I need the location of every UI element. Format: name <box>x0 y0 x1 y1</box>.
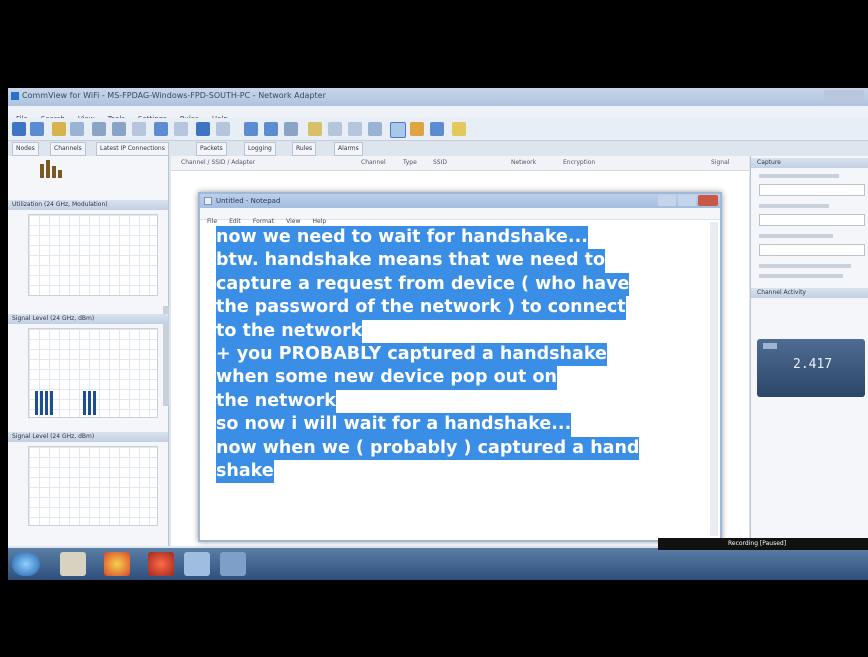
np-menu-file[interactable]: File <box>207 218 217 225</box>
node-icon[interactable] <box>244 122 258 136</box>
np-menu-view[interactable]: View <box>286 218 300 225</box>
open-icon[interactable] <box>52 122 66 136</box>
utilization-panel-title: Utilization (24 GHz, Modulation) <box>8 200 168 210</box>
recorder-bar: Recording [Paused] <box>658 538 868 550</box>
col-channel[interactable]: Channel <box>361 159 386 166</box>
notepad-title: Untitled - Notepad <box>216 197 281 205</box>
col-channel-ssid[interactable]: Channel / SSID / Adapter <box>181 159 255 166</box>
app-title: CommView for WiFi - MS-FPDAG-Windows-FPD… <box>22 91 326 100</box>
text-line: now when we ( probably ) captured a hand <box>216 436 640 461</box>
left-stats-pane: Utilization (24 GHz, Modulation) Signal … <box>8 156 169 546</box>
capture-icon[interactable] <box>12 122 26 136</box>
text-line: shake <box>216 460 274 484</box>
maximize-button[interactable] <box>678 195 696 206</box>
window-controls[interactable] <box>824 90 864 102</box>
text-line: the password of the network ) to connect <box>216 296 626 320</box>
notepad-window[interactable]: Untitled - Notepad File Edit Format View… <box>198 192 722 542</box>
notepad-text-area[interactable]: now we need to wait for handshake... btw… <box>216 226 706 536</box>
notepad-icon <box>204 197 212 205</box>
stats-icon[interactable] <box>284 122 298 136</box>
text-line: capture a request from device ( who have <box>216 272 630 297</box>
recording-status: Recording [Paused] <box>728 540 787 547</box>
save-icon[interactable] <box>70 122 84 136</box>
nodes-column-header: Channel / SSID / Adapter Channel Type SS… <box>171 156 749 171</box>
np-menu-format[interactable]: Format <box>253 218 274 225</box>
tab-rules[interactable]: Rules <box>292 142 317 156</box>
zoom-icon[interactable] <box>216 122 230 136</box>
up-arrow-icon[interactable] <box>410 122 424 136</box>
view-tabs: Nodes Channels Latest IP Connections Pac… <box>8 141 868 156</box>
text-line: to the network <box>216 319 363 344</box>
utilization-graph <box>28 214 158 296</box>
frequency-value: 2.417 <box>793 357 833 372</box>
text-line: so now i will wait for a handshake... <box>216 413 572 437</box>
graph-icon[interactable] <box>264 122 278 136</box>
col-encryption[interactable]: Encryption <box>563 159 595 166</box>
dropdown-icon[interactable] <box>174 122 188 136</box>
search-icon[interactable] <box>196 122 210 136</box>
decrypt-icon[interactable] <box>328 122 342 136</box>
alarm-icon[interactable] <box>308 122 322 136</box>
tab-alarms[interactable]: Alarms <box>334 142 363 156</box>
tab-nodes[interactable]: Nodes <box>12 142 39 156</box>
commview-taskbar-icon[interactable] <box>220 552 246 576</box>
capture-header: Capture <box>751 158 868 168</box>
signal-panel-title: Signal Level (24 GHz, dBm) <box>8 314 168 324</box>
notepad-menubar: File Edit Format View Help <box>200 208 720 225</box>
network-taskbar-icon[interactable] <box>184 552 210 576</box>
text-line: + you PROBABLY captured a handshake <box>216 343 607 367</box>
stop-icon[interactable] <box>30 122 44 136</box>
app-icon <box>11 92 19 100</box>
filter-icon[interactable] <box>92 122 106 136</box>
channel-select[interactable] <box>759 184 865 196</box>
col-signal[interactable]: Signal <box>711 159 729 166</box>
start-button[interactable] <box>12 552 40 576</box>
windows-taskbar: Recording [Paused] <box>8 538 868 580</box>
np-menu-edit[interactable]: Edit <box>229 218 241 225</box>
app-taskbar-icon[interactable] <box>148 552 174 576</box>
minimize-button[interactable] <box>658 195 676 206</box>
desktop-screen: CommView for WiFi - MS-FPDAG-Windows-FPD… <box>8 88 868 580</box>
chrome-taskbar-icon[interactable] <box>104 552 130 576</box>
np-menu-help[interactable]: Help <box>312 218 326 225</box>
scan-select[interactable] <box>759 214 865 226</box>
text-line: the network <box>216 389 336 414</box>
tab-channels[interactable]: Channels <box>50 142 86 156</box>
close-button[interactable] <box>698 195 718 206</box>
channel-activity-header: Channel Activity <box>751 288 868 298</box>
notepad-titlebar[interactable]: Untitled - Notepad <box>200 194 720 208</box>
system-tray[interactable] <box>724 554 864 574</box>
notepad-scrollbar[interactable] <box>710 222 718 536</box>
packet-icon[interactable] <box>368 122 382 136</box>
tab-packets[interactable]: Packets <box>196 142 227 156</box>
right-capture-pane: Capture Channel Activity 2.417 <box>750 156 868 546</box>
explorer-taskbar-icon[interactable] <box>60 552 86 576</box>
tab-latest-ip-connections[interactable]: Latest IP Connections <box>96 142 169 156</box>
text-line: when some new device pop out on <box>216 366 557 390</box>
text-line: btw. handshake means that we need to <box>216 249 606 273</box>
text-line: now we need to wait for handshake... <box>216 226 588 250</box>
col-type[interactable]: Type <box>403 159 417 166</box>
band-select[interactable] <box>759 244 865 256</box>
col-ssid[interactable]: SSID <box>433 159 447 166</box>
app-toolbar <box>8 118 868 141</box>
signal-panel-2-title: Signal Level (24 GHz, dBm) <box>8 432 168 442</box>
arrow-icon[interactable] <box>132 122 146 136</box>
selected-tool-icon[interactable] <box>390 122 406 138</box>
reassemble-icon[interactable] <box>348 122 362 136</box>
down-arrow-icon[interactable] <box>430 122 444 136</box>
tab-logging[interactable]: Logging <box>244 142 276 156</box>
signal-mini-graph <box>28 156 156 178</box>
app-titlebar[interactable]: CommView for WiFi - MS-FPDAG-Windows-FPD… <box>8 88 868 106</box>
col-network[interactable]: Network <box>511 159 536 166</box>
arrow-icon-2[interactable] <box>154 122 168 136</box>
app-menubar: File Search View Tools Settings Rules He… <box>8 106 868 123</box>
rules-icon[interactable] <box>112 122 126 136</box>
frequency-display: 2.417 <box>757 339 865 397</box>
signal-level-graph-2 <box>28 446 158 526</box>
signal-level-graph <box>28 328 158 418</box>
help-icon[interactable] <box>452 122 466 136</box>
